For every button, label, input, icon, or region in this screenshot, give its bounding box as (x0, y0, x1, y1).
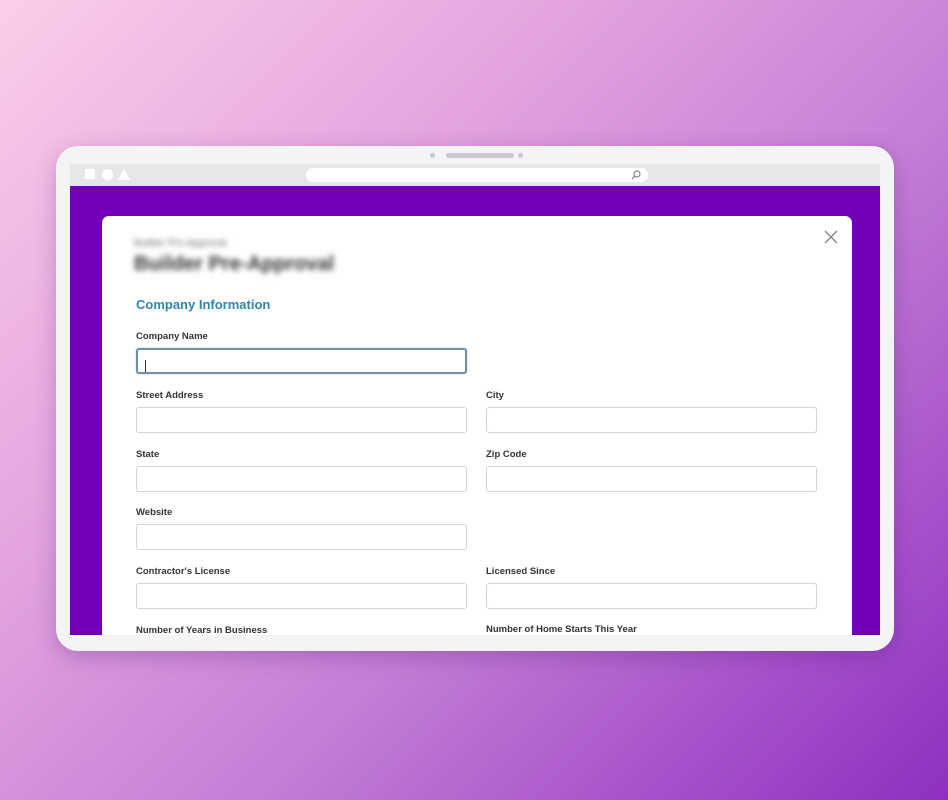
browser-viewport: Builder Pre-Approval Builder Pre-Approva… (70, 186, 880, 635)
street-address-field: Street Address (136, 390, 467, 433)
city-field: City (486, 390, 817, 433)
website-label: Website (136, 507, 173, 518)
zip-code-field: Zip Code (486, 449, 817, 492)
text-caret (145, 360, 146, 372)
company-name-label: Company Name (136, 331, 208, 342)
camera-dot (430, 153, 435, 158)
contractors-license-input[interactable] (136, 583, 467, 609)
zip-code-input[interactable] (486, 466, 817, 492)
home-starts-field: Number of Home Starts This Year (486, 624, 817, 635)
circle-icon (102, 169, 113, 180)
browser-chrome (70, 164, 880, 186)
section-title: Company Information (136, 297, 271, 312)
speaker-grille (446, 153, 514, 158)
modal-header: Builder Pre-Approval Builder Pre-Approva… (134, 238, 334, 276)
zip-code-label: Zip Code (486, 449, 527, 460)
device-frame: Builder Pre-Approval Builder Pre-Approva… (56, 146, 894, 651)
state-field: State (136, 449, 467, 492)
website-input[interactable] (136, 524, 467, 550)
contractors-license-label: Contractor's License (136, 566, 231, 577)
square-icon (85, 169, 95, 179)
years-in-business-field: Number of Years in Business (136, 625, 467, 635)
street-address-label: Street Address (136, 390, 204, 401)
contractors-license-field: Contractor's License (136, 566, 467, 609)
company-name-field: Company Name (136, 331, 467, 374)
sensor-dot (518, 153, 523, 158)
licensed-since-field: Licensed Since (486, 566, 817, 609)
city-input[interactable] (486, 407, 817, 433)
triangle-icon (118, 169, 130, 180)
years-in-business-label: Number of Years in Business (136, 625, 268, 635)
licensed-since-label: Licensed Since (486, 566, 556, 577)
close-icon[interactable] (824, 230, 838, 244)
city-label: City (486, 390, 504, 401)
device-camera-bar (56, 152, 894, 158)
state-input[interactable] (136, 466, 467, 492)
builder-modal: Builder Pre-Approval Builder Pre-Approva… (102, 216, 852, 635)
street-address-input[interactable] (136, 407, 467, 433)
address-bar[interactable] (306, 168, 648, 182)
search-icon[interactable] (630, 169, 642, 181)
state-label: State (136, 449, 160, 460)
modal-eyebrow: Builder Pre-Approval (134, 238, 227, 249)
home-starts-label: Number of Home Starts This Year (486, 624, 637, 635)
website-field: Website (136, 507, 467, 550)
modal-title: Builder Pre-Approval (134, 253, 335, 275)
licensed-since-input[interactable] (486, 583, 817, 609)
company-name-input[interactable] (136, 348, 467, 374)
